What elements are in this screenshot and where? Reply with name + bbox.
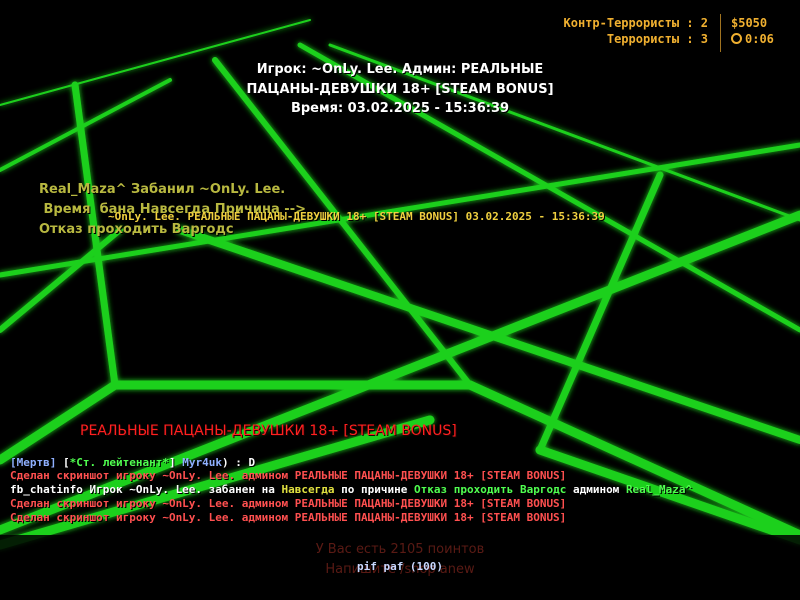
round-timer-value: 0:06 xyxy=(745,32,774,46)
screenshot-admin: РЕАЛЬНЫЕ ПАЦАНЫ-ДЕВУШКИ 18+ [STEAM BONUS… xyxy=(294,497,567,510)
chat-line-4: Сделан скриншот игроку ~OnLy. Lee. админ… xyxy=(10,497,566,510)
ban-header-line1: Игрок: ~OnLy. Lee. Админ: РЕАЛЬНЫЕ xyxy=(256,62,544,77)
screenshot-notice: Сделан скриншот игроку ~OnLy. Lee. админ… xyxy=(10,469,295,482)
ban-header-line2: ПАЦАНЫ-ДЕВУШКИ 18+ [STEAM BONUS] xyxy=(246,82,554,97)
shop-menu-item[interactable]: pif paf (100) xyxy=(0,560,800,573)
t-team-score: Террористы : 3 xyxy=(606,32,708,46)
fb-duration: Навсегда xyxy=(281,483,335,496)
chat-message: ) : D xyxy=(221,456,256,469)
ct-team-score: Контр-Террористы : 2 xyxy=(563,16,709,30)
ban-notice-line3: Отказ проходить Варгодс xyxy=(39,222,234,237)
screenshot-admin: РЕАЛЬНЫЕ ПАЦАНЫ-ДЕВУШКИ 18+ [STEAM BONUS… xyxy=(294,511,567,524)
player-rank: *Ст. лейтенант* xyxy=(69,456,169,469)
rank-bracket-close: ] xyxy=(168,456,176,469)
rank-bracket-open: [ xyxy=(62,456,70,469)
fb-admin: Real_Maza^ xyxy=(625,483,693,496)
chat-player-name: Myr4uk xyxy=(182,456,222,469)
stopwatch-icon xyxy=(731,33,742,44)
chat-line-3: fb_chatinfo Игрок ~OnLy. Lee. забанен на… xyxy=(10,483,692,496)
fb-text-3: админом xyxy=(566,483,626,496)
chat-line-5: Сделан скриншот игроку ~OnLy. Lee. админ… xyxy=(10,511,566,524)
dead-tag: [Мертв] xyxy=(10,456,57,469)
chat-line-1: [Мертв] [*Ст. лейтенант*] Myr4uk) : D xyxy=(10,456,255,469)
screenshot-notice: Сделан скриншот игроку ~OnLy. Lee. админ… xyxy=(10,497,295,510)
fb-text-1: fb_chatinfo Игрок ~OnLy. Lee. забанен на xyxy=(10,483,282,496)
screenshot-admin: РЕАЛЬНЫЕ ПАЦАНЫ-ДЕВУШКИ 18+ [STEAM BONUS… xyxy=(294,469,567,482)
round-timer: 0:06 xyxy=(731,32,774,46)
server-title: РЕАЛЬНЫЕ ПАЦАНЫ-ДЕВУШКИ 18+ [STEAM BONUS… xyxy=(80,423,457,439)
chat-line-2: Сделан скриншот игроку ~OnLy. Lee. админ… xyxy=(10,469,566,482)
fb-reason: Отказ проходить Варгодс xyxy=(414,483,567,496)
screenshot-notice: Сделан скриншот игроку ~OnLy. Lee. админ… xyxy=(10,511,295,524)
points-info: У Вас есть 2105 поинтов xyxy=(315,542,485,557)
hud-divider xyxy=(720,14,721,52)
ban-header-line3: Время: 03.02.2025 - 15:36:39 xyxy=(290,101,510,116)
money-display: $5050 xyxy=(731,16,768,30)
ban-notice-line1: Real_Maza^ Забанил ~OnLy. Lee. xyxy=(39,182,286,197)
fb-text-2: по причине xyxy=(334,483,414,496)
